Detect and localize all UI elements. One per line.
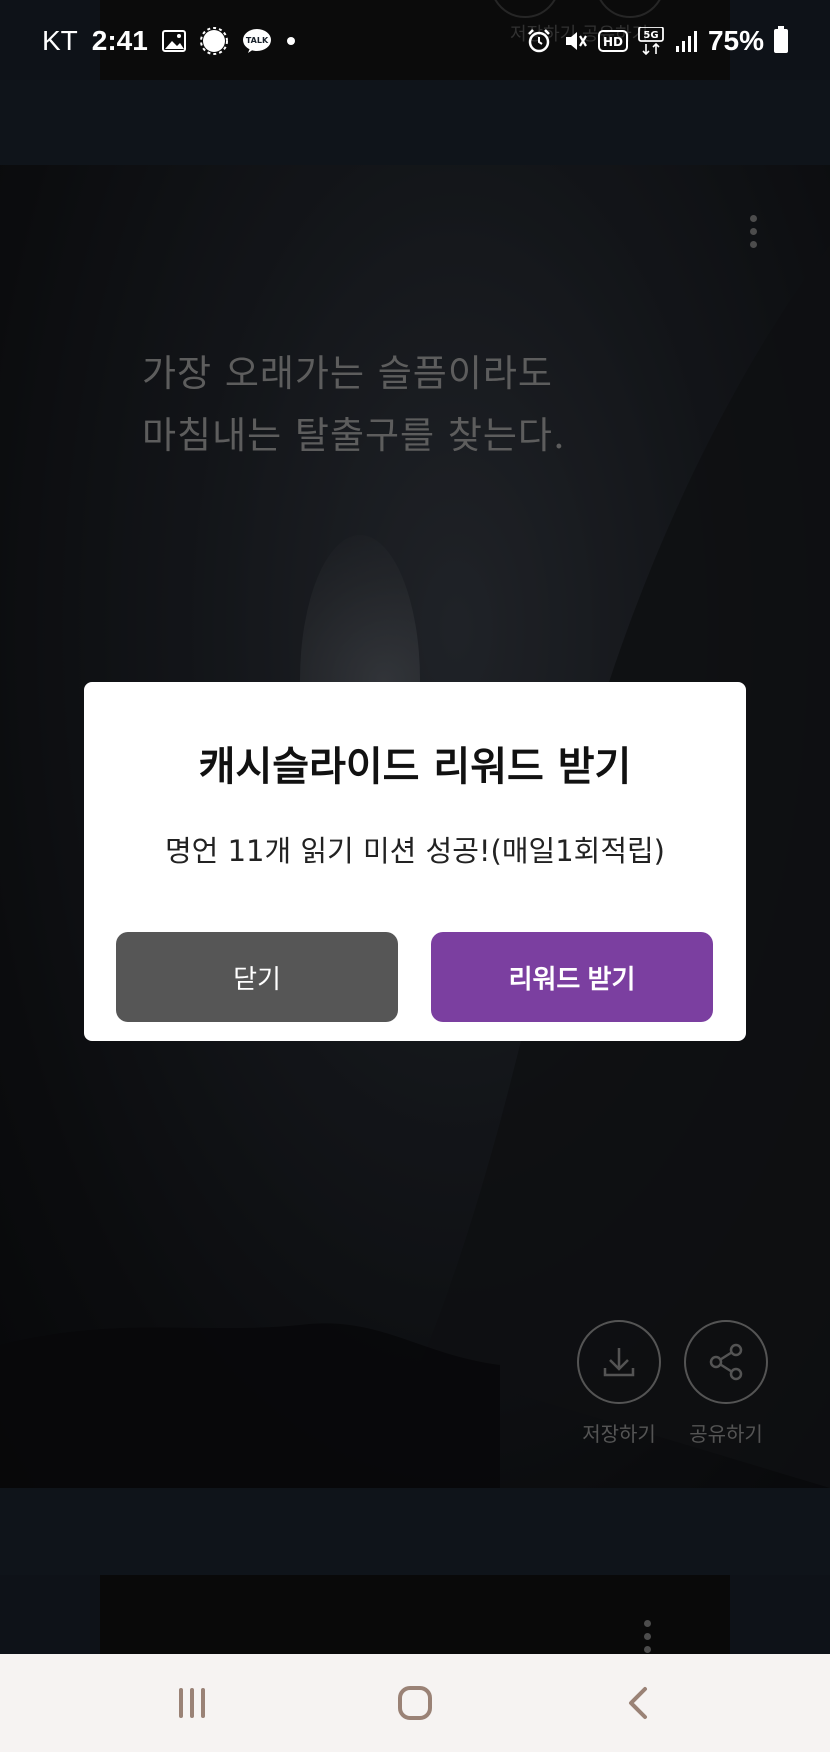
carrier-label: KT xyxy=(42,25,78,56)
back-icon[interactable] xyxy=(598,1663,678,1743)
battery-icon xyxy=(774,26,788,53)
navigation-bar xyxy=(0,1654,830,1752)
5g-icon: 5G xyxy=(638,27,664,55)
clock: 2:41 xyxy=(91,25,148,56)
network-label: 5G xyxy=(643,30,658,41)
hd-icon: HD xyxy=(597,29,628,53)
dialog-message: 명언 11개 읽기 미션 성공!(매일1회적립) xyxy=(165,834,665,868)
gear-badge-icon xyxy=(199,27,228,55)
dialog-title: 캐시슬라이드 리워드 받기 xyxy=(198,744,632,790)
mute-vibrate-icon xyxy=(562,28,588,54)
alarm-icon xyxy=(526,28,552,54)
kakaotalk-icon: TALK xyxy=(242,28,272,54)
status-bar: KT 2:41 TALK HD 5G 75% xyxy=(0,0,830,82)
hd-label: HD xyxy=(603,35,623,49)
kakaotalk-label: TALK xyxy=(246,36,269,45)
home-icon[interactable] xyxy=(375,1663,455,1743)
recent-apps-icon[interactable] xyxy=(152,1663,232,1743)
signal-icon xyxy=(674,29,698,53)
battery-percent: 75% xyxy=(707,25,764,56)
dot-icon xyxy=(286,36,296,46)
reward-dialog: 캐시슬라이드 리워드 받기 명언 11개 읽기 미션 성공!(매일1회적립) 닫… xyxy=(84,682,746,1041)
gallery-icon xyxy=(161,30,186,52)
close-button[interactable]: 닫기 xyxy=(116,932,398,1022)
get-reward-button[interactable]: 리워드 받기 xyxy=(431,932,713,1022)
